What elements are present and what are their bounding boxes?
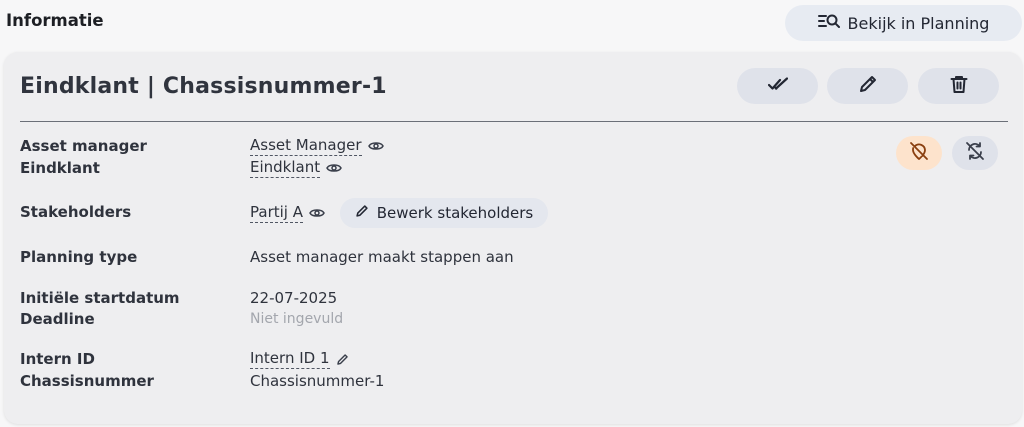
stakeholders-label: Stakeholders bbox=[20, 203, 132, 221]
eindklant-value-row: Eindklant bbox=[250, 158, 342, 178]
eindklant-label: Eindklant bbox=[20, 159, 100, 177]
intern-id-value-row: Intern ID 1 bbox=[250, 349, 349, 369]
divider bbox=[20, 121, 1008, 122]
stakeholders-value-row: Partij A bbox=[250, 203, 325, 223]
delete-button[interactable] bbox=[918, 68, 999, 104]
eye-icon[interactable] bbox=[367, 140, 384, 152]
pencil-icon bbox=[355, 204, 369, 222]
pencil-icon[interactable] bbox=[336, 353, 349, 366]
asset-manager-label: Asset manager bbox=[20, 137, 147, 155]
eye-icon[interactable] bbox=[309, 207, 325, 219]
stakeholder-link[interactable]: Partij A bbox=[250, 203, 303, 223]
edit-stakeholders-label: Bewerk stakeholders bbox=[376, 204, 534, 222]
pencil-icon bbox=[858, 74, 878, 98]
view-in-planning-label: Bekijk in Planning bbox=[847, 13, 990, 33]
eye-icon[interactable] bbox=[326, 162, 342, 174]
planning-type-label: Planning type bbox=[20, 248, 138, 266]
sync-off-icon bbox=[965, 141, 985, 165]
info-card: Eindklant | Chassisnummer-1 Asset manage… bbox=[4, 52, 1022, 424]
card-title: Eindklant | Chassisnummer-1 bbox=[20, 74, 387, 99]
intern-id-link[interactable]: Intern ID 1 bbox=[250, 349, 330, 369]
chassisnummer-label: Chassisnummer bbox=[20, 372, 154, 390]
hide-location-button[interactable] bbox=[896, 136, 942, 170]
start-date-label: Initiële startdatum bbox=[20, 289, 180, 307]
eindklant-link[interactable]: Eindklant bbox=[250, 158, 321, 178]
location-off-icon bbox=[909, 141, 929, 165]
section-title: Informatie bbox=[6, 11, 104, 30]
deadline-label: Deadline bbox=[20, 310, 95, 328]
approve-button[interactable] bbox=[737, 68, 818, 104]
list-search-icon bbox=[817, 13, 840, 33]
deadline-value: Niet ingevuld bbox=[250, 311, 344, 327]
intern-id-label: Intern ID bbox=[20, 350, 95, 368]
chassisnummer-value: Chassisnummer-1 bbox=[250, 372, 385, 390]
trash-icon bbox=[949, 74, 969, 98]
sync-off-button[interactable] bbox=[952, 136, 998, 170]
planning-type-value: Asset manager maakt stappen aan bbox=[250, 248, 514, 266]
double-check-icon bbox=[767, 74, 788, 98]
start-date-value: 22-07-2025 bbox=[250, 289, 338, 307]
edit-button[interactable] bbox=[827, 68, 908, 104]
view-in-planning-button[interactable]: Bekijk in Planning bbox=[785, 5, 1022, 41]
edit-stakeholders-button[interactable]: Bewerk stakeholders bbox=[340, 198, 548, 228]
asset-manager-link[interactable]: Asset Manager bbox=[250, 136, 362, 156]
asset-manager-value-row: Asset Manager bbox=[250, 136, 384, 156]
